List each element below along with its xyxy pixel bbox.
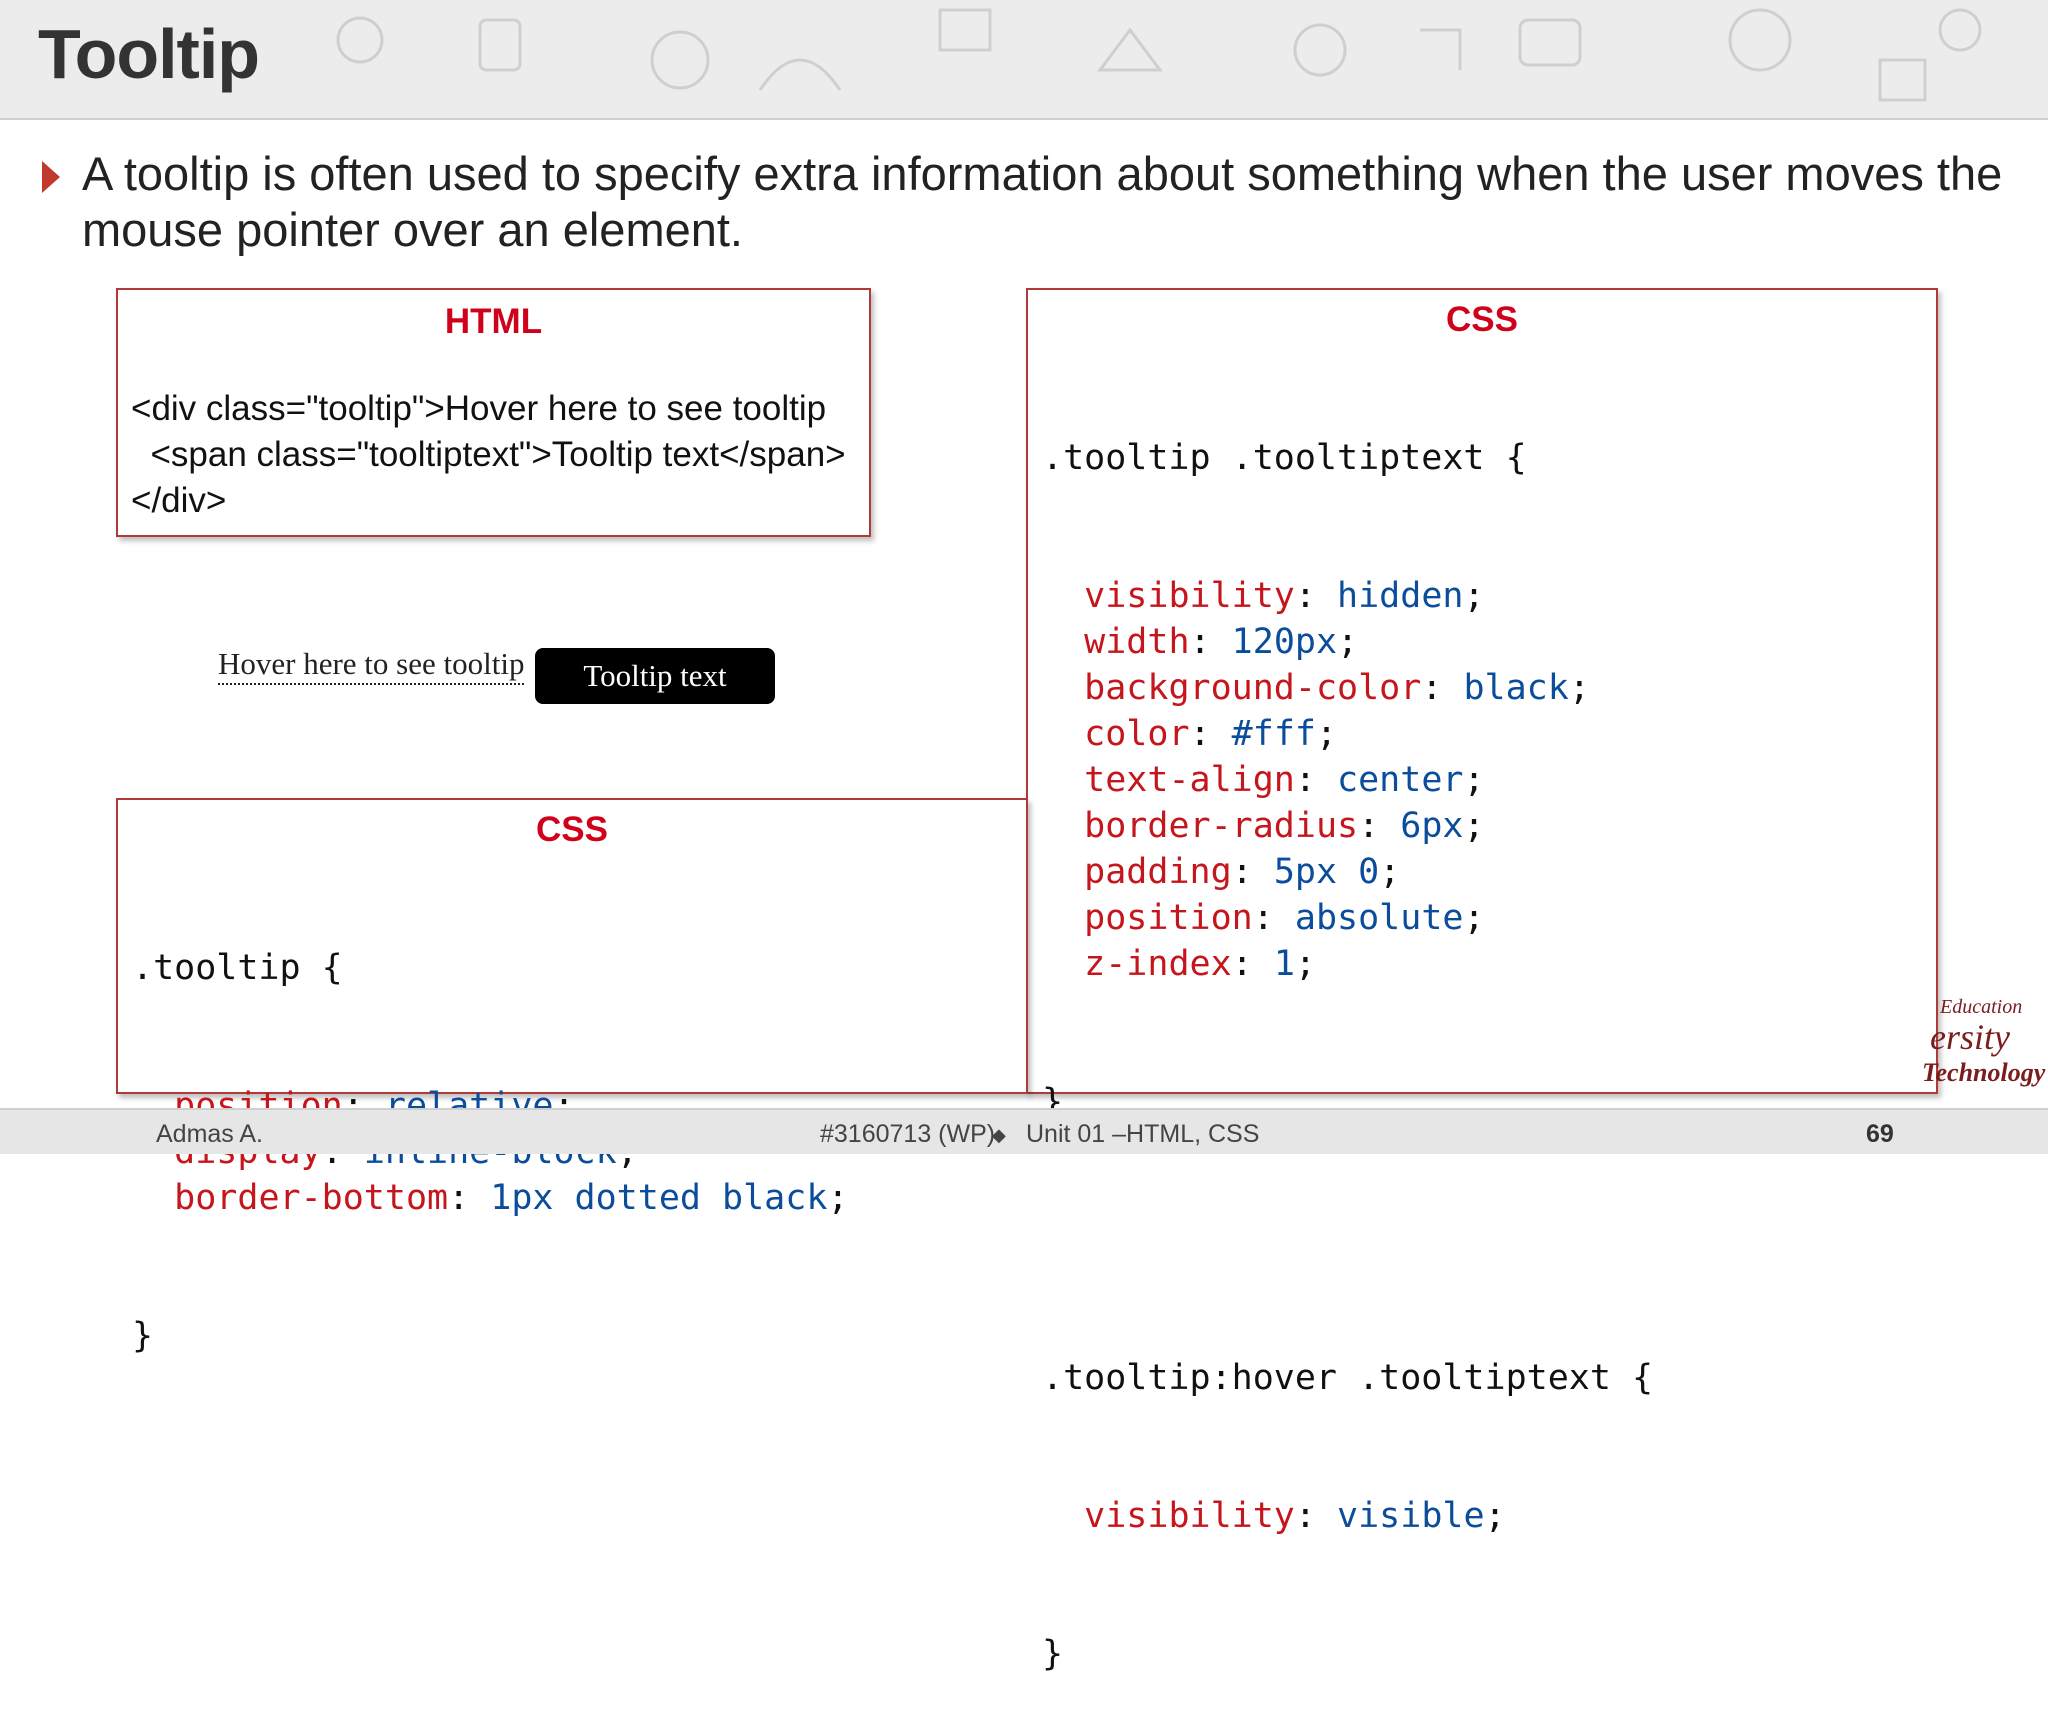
css-rule-line: visibility: hidden; [1084,576,1485,616]
css-rule-line: visibility: visible; [1084,1496,1506,1536]
html-code-line: <div class="tooltip">Hover here to see t… [131,389,827,428]
university-logo: Education ersity Technology [1900,996,2045,1106]
css-property: background-color [1084,668,1422,708]
css-value: black [1463,668,1569,708]
css-property: visibility [1084,576,1295,616]
css-rule-line: padding: 5px 0; [1084,852,1401,892]
css-value: 120px [1231,622,1338,662]
css-value: 1 [1273,944,1295,984]
css-rule-line: z-index: 1; [1084,944,1316,984]
css-rule-line: width: 120px; [1084,622,1359,662]
logo-line-2: ersity [1930,1017,2010,1057]
tooltip-demo-bubble: Tooltip text [535,648,775,704]
css-property: border-bottom [174,1178,449,1218]
css-selector: .tooltip:hover .tooltiptext { [1042,1358,1654,1398]
css-property: padding [1084,852,1232,892]
css-rule-line: text-align: center; [1084,760,1485,800]
css-value: absolute [1294,898,1464,938]
bullet-text: A tooltip is often used to specify extra… [82,147,2003,256]
css-property: visibility [1084,1496,1295,1536]
css-property: width [1084,622,1190,662]
footer-author: Admas A. [156,1120,263,1148]
css-rule-line: border-bottom: 1px dotted black; [174,1178,849,1218]
css-property: z-index [1084,944,1232,984]
css-value: visible [1337,1496,1485,1536]
css-selector: .tooltip .tooltiptext { [1042,438,1527,478]
bullet-arrow-icon [42,161,60,193]
footer-course: #3160713 (WP) [820,1120,996,1148]
html-code-line: </div> [131,481,227,520]
page-number: 69 [1866,1120,1894,1148]
css-property: position [1084,898,1253,938]
css-rule-line: color: #fff; [1084,714,1338,754]
css-value: 5px 0 [1273,852,1380,892]
css-value: center [1337,760,1464,800]
doodle-background [336,8,1982,102]
slide-footer: Admas A. #3160713 (WP) ◆ Unit 01 –HTML, … [0,1108,2048,1154]
html-code-block: <div class="tooltip">Hover here to see t… [131,386,846,524]
css-property: text-align [1084,760,1295,800]
css-right-code: .tooltip .tooltiptext { visibility: hidd… [1042,343,1653,1723]
css-close-brace: } [1042,1634,1064,1674]
css-selector: .tooltip { [132,948,343,988]
slide-header: Tooltip [0,0,2048,120]
footer-unit: Unit 01 –HTML, CSS [1026,1120,1260,1148]
css-value: 6px [1400,806,1464,846]
css-property: border-radius [1084,806,1359,846]
html-box-heading: HTML [444,302,543,341]
tooltip-demo-trigger[interactable]: Hover here to see tooltip [218,645,525,685]
page-title: Tooltip [38,15,260,93]
css-value: hidden [1337,576,1464,616]
css-left-heading: CSS [536,810,608,849]
html-code-line: <span class="tooltiptext">Tooltip text</… [131,435,846,474]
diamond-separator-icon: ◆ [992,1125,1006,1145]
css-value: 1px dotted black [490,1178,828,1218]
css-rule-line: position: absolute; [1084,898,1485,938]
css-rule-line: border-radius: 6px; [1084,806,1485,846]
css-property: color [1084,714,1190,754]
css-rule-line: background-color: black; [1084,668,1590,708]
css-right-heading: CSS [1446,300,1518,339]
logo-line-3: Technology [1922,1058,2046,1087]
css-close-brace: } [132,1316,154,1356]
css-value: #fff [1231,714,1316,754]
